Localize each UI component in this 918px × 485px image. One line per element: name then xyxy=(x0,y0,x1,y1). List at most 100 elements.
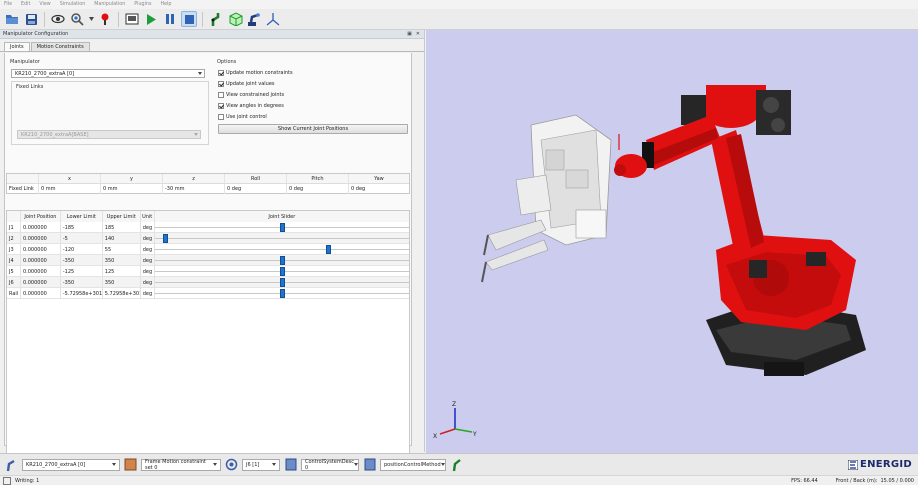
stop-icon[interactable] xyxy=(181,11,197,27)
joint-slider[interactable] xyxy=(154,244,409,255)
y-axis-icon xyxy=(454,428,473,433)
close-icon[interactable]: ✕ xyxy=(416,31,420,37)
joint-icon[interactable] xyxy=(224,457,239,472)
menu-view[interactable]: View xyxy=(39,2,50,7)
checkbox-icon[interactable] xyxy=(218,81,224,87)
joint-slider[interactable] xyxy=(154,277,409,288)
joint-slider[interactable] xyxy=(154,222,409,233)
menu-plugins[interactable]: Plugins xyxy=(134,2,151,7)
checkbox-icon[interactable] xyxy=(218,103,224,109)
option-update-joint-values[interactable]: Update joint values xyxy=(218,80,275,88)
slider-handle[interactable] xyxy=(279,256,285,265)
toolbar-separator xyxy=(44,11,45,27)
cell-y[interactable]: 0 mm xyxy=(101,184,163,194)
pause-icon[interactable] xyxy=(162,11,178,27)
table-row: J5 0.000000 -125 125 deg xyxy=(7,266,409,277)
slider-handle[interactable] xyxy=(279,289,285,298)
x-axis-icon xyxy=(439,428,456,435)
control-method-select[interactable]: positionControlMethod xyxy=(380,458,446,471)
manipulator-select[interactable]: KR210_2700_extraA [0] xyxy=(11,69,205,78)
camera-view-icon[interactable] xyxy=(124,11,140,27)
3d-viewport[interactable]: Z X Y xyxy=(426,30,918,453)
slider-handle[interactable] xyxy=(279,223,285,232)
lower-limit-cell: -350 xyxy=(61,277,103,288)
status-clip-label: Front / Back (m): xyxy=(835,477,878,484)
cube-icon[interactable] xyxy=(227,11,243,27)
constraint-set-select[interactable]: Frame Motion constraint set 0 xyxy=(141,458,221,471)
joint-position-cell[interactable]: 0.000000 xyxy=(21,277,61,288)
slider-handle[interactable] xyxy=(279,278,285,287)
option-view-angles-degrees[interactable]: View angles in degrees xyxy=(218,102,284,110)
undock-icon[interactable]: ▣ xyxy=(407,31,412,37)
table-row: J4 0.000000 -350 350 deg xyxy=(7,255,409,266)
joint-slider[interactable] xyxy=(154,255,409,266)
robot-blue-icon[interactable] xyxy=(246,11,262,27)
play-icon[interactable] xyxy=(143,11,159,27)
joint-position-cell[interactable]: 0.000000 xyxy=(21,222,61,233)
control-system-icon[interactable] xyxy=(283,457,298,472)
dropdown-arrow-icon[interactable] xyxy=(88,11,94,27)
joint-position-cell[interactable]: 0.000000 xyxy=(21,288,61,299)
cell-roll[interactable]: 0 deg xyxy=(225,184,287,194)
toolbar-separator xyxy=(118,11,119,27)
manipulator-select-bottom[interactable]: KR210_2700_extraA [0] xyxy=(22,458,120,471)
open-folder-icon[interactable] xyxy=(4,11,20,27)
option-label: Update motion constraints xyxy=(226,70,293,76)
row-label: Fixed Link xyxy=(7,184,39,194)
option-view-constrained-joints[interactable]: View constrained joints xyxy=(218,91,284,99)
joint-slider[interactable] xyxy=(154,288,409,299)
option-update-motion-constraints[interactable]: Update motion constraints xyxy=(218,69,293,77)
joint-select[interactable]: J6 [1] xyxy=(242,458,280,471)
column-header-y: y xyxy=(101,174,163,184)
save-icon[interactable] xyxy=(23,11,39,27)
slider-track[interactable] xyxy=(154,238,409,239)
tab-motion-constraints[interactable]: Motion Constraints xyxy=(30,42,90,51)
cell-yaw[interactable]: 0 deg xyxy=(349,184,409,194)
joint-position-cell[interactable]: 0.000000 xyxy=(21,266,61,277)
chevron-down-icon xyxy=(272,463,276,466)
column-header-roll: Roll xyxy=(225,174,287,184)
slider-handle[interactable] xyxy=(163,234,169,243)
grab-tool-icon[interactable] xyxy=(449,457,464,472)
joint-slider[interactable] xyxy=(154,266,409,277)
robot-scene[interactable]: Z X Y xyxy=(426,30,918,453)
cell-x[interactable]: 0 mm xyxy=(39,184,101,194)
show-current-joint-positions-button[interactable]: Show Current Joint Positions xyxy=(218,124,408,134)
motion-constraint-icon[interactable] xyxy=(123,457,138,472)
tab-joints[interactable]: Joints xyxy=(4,42,30,51)
checkbox-icon[interactable] xyxy=(218,70,224,76)
joint-position-cell[interactable]: 0.000000 xyxy=(21,233,61,244)
menu-simulation[interactable]: Simulation xyxy=(60,2,86,7)
joint-rows: J1 0.000000 -185 185 deg J2 0.000000 -5 140 deg J3… xyxy=(7,222,409,299)
control-method-icon[interactable] xyxy=(362,457,377,472)
checkbox-icon[interactable] xyxy=(218,92,224,98)
search-robot-icon[interactable] xyxy=(69,11,85,27)
menu-manipulation[interactable]: Manipulation xyxy=(94,2,125,7)
joint-position-cell[interactable]: 0.000000 xyxy=(21,255,61,266)
manipulator-group-label: Manipulator xyxy=(10,59,40,65)
arm-link-icon[interactable] xyxy=(208,11,224,27)
menu-file[interactable]: File xyxy=(4,2,12,7)
axes-icon[interactable] xyxy=(265,11,281,27)
menu-edit[interactable]: Edit xyxy=(21,2,30,7)
joint-name: J2 xyxy=(7,233,21,244)
red-tool-icon[interactable] xyxy=(97,11,113,27)
robot-arm-icon[interactable] xyxy=(4,457,19,472)
lower-limit-cell: -5.72958e+301 xyxy=(61,288,103,299)
slider-handle[interactable] xyxy=(279,267,285,276)
column-header xyxy=(7,211,21,222)
slider-handle[interactable] xyxy=(326,245,332,254)
eye-icon[interactable] xyxy=(50,11,66,27)
option-use-joint-control[interactable]: Use joint control xyxy=(218,113,267,121)
cell-z[interactable]: -30 mm xyxy=(163,184,225,194)
joint-slider[interactable] xyxy=(154,233,409,244)
cell-pitch[interactable]: 0 deg xyxy=(287,184,349,194)
table-row: J2 0.000000 -5 140 deg xyxy=(7,233,409,244)
checkbox-icon[interactable] xyxy=(218,114,224,120)
joint-position-cell[interactable]: 0.000000 xyxy=(21,244,61,255)
control-system-select[interactable]: ControlSystemDesc 0 xyxy=(301,458,359,471)
slider-track[interactable] xyxy=(154,249,409,250)
fixed-link-table: x y z Roll Pitch Yaw Fixed Link 0 mm 0 m… xyxy=(6,173,410,194)
menu-help[interactable]: Help xyxy=(160,2,171,7)
unit-cell: deg xyxy=(141,288,155,299)
